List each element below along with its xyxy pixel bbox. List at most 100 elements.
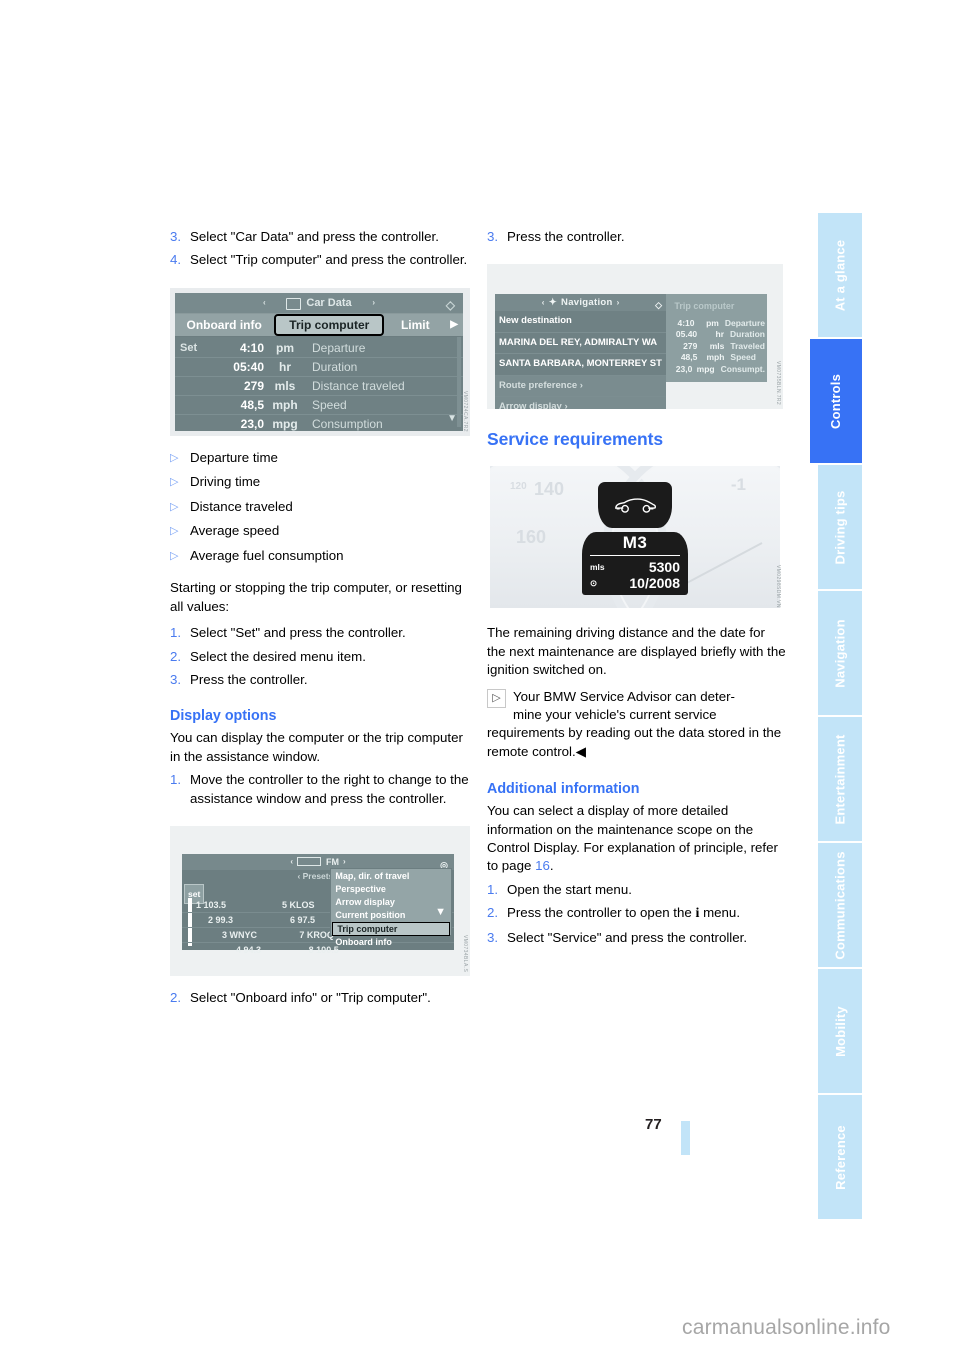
preset-cell[interactable]: 1 103.5: [196, 898, 282, 912]
manual-page: At a glance Controls Driving tips Naviga…: [0, 0, 960, 1358]
prev-arrow-icon[interactable]: ‹: [542, 294, 545, 312]
nav-row-new-destination[interactable]: New destination: [495, 311, 667, 333]
bullet-item: ▷ Average fuel consumption: [170, 547, 470, 566]
scroll-down-icon[interactable]: ▼: [435, 903, 446, 921]
sidebar-tab-entertainment[interactable]: Entertainment: [818, 717, 862, 841]
preset-cell[interactable]: 4 94.3: [236, 943, 309, 957]
step-item: 3. Press the controller.: [487, 228, 787, 246]
sidebar-tab-reference[interactable]: Reference: [818, 1095, 862, 1219]
set-button[interactable]: Set: [175, 339, 210, 357]
step-item: 3. Press the controller.: [170, 671, 470, 689]
screen-title: Car Data: [306, 296, 352, 309]
triangle-bullet-icon: ▷: [170, 500, 179, 513]
preset-cell[interactable]: 2 99.3: [208, 913, 290, 927]
sidebar-tab-driving-tips[interactable]: Driving tips: [818, 465, 862, 589]
tick-label-140: 140: [534, 479, 565, 500]
pane-title: Trip computer: [674, 301, 735, 312]
tab-trip-computer[interactable]: Trip computer: [274, 313, 385, 336]
screen-scrollbar[interactable]: [457, 336, 461, 427]
display-options-paragraph: You can display the computer or the trip…: [170, 730, 463, 764]
step-item: 2. Press the controller to open the i me…: [487, 904, 787, 923]
heading-service-requirements: Service requirements: [487, 429, 664, 450]
assistance-window-menu: Map, dir. of travel Perspective Arrow di…: [330, 867, 452, 947]
data-unit: mph: [706, 352, 725, 363]
data-unit: mls: [274, 378, 296, 393]
sidebar-tab-controls[interactable]: Controls: [810, 339, 862, 463]
expand-icon[interactable]: ◇: [655, 296, 662, 314]
step-text: Select "Onboard info" or "Trip computer"…: [190, 989, 431, 1005]
data-unit: mpg: [272, 416, 298, 431]
preset-cell[interactable]: 3 WNYC: [222, 928, 299, 942]
nav-row-destination-2[interactable]: SANTA BARBARA, MONTERREY ST ▼: [495, 354, 667, 376]
sidebar-tab-at-a-glance[interactable]: At a glance: [818, 213, 862, 337]
service-note: ▷ Your BMW Service Advisor can deter- mi…: [487, 688, 787, 762]
menu-item-perspective[interactable]: Perspective: [331, 883, 451, 896]
next-arrow-icon[interactable]: ›: [617, 294, 620, 312]
next-arrow-icon[interactable]: ›: [372, 294, 375, 312]
tab-label: Limit: [400, 317, 430, 332]
bullet-item: ▷ Average speed: [170, 522, 470, 541]
sidebar-tab-navigation[interactable]: Navigation: [818, 591, 862, 715]
triangle-bullet-icon: ▷: [170, 451, 179, 464]
expand-icon[interactable]: ◇: [446, 296, 455, 314]
data-value: 23,0: [675, 363, 693, 374]
data-value: 05:40: [233, 359, 264, 374]
step-number: 1.: [170, 772, 182, 788]
data-unit: pm: [706, 317, 719, 328]
prev-arrow-icon[interactable]: ‹: [290, 853, 293, 871]
step-text-before: Press the controller to open the: [507, 905, 696, 921]
heading-display-options: Display options: [170, 708, 277, 725]
triangle-bullet-icon: ▷: [170, 549, 179, 562]
car-icon: [615, 498, 657, 514]
data-value: 05.40: [675, 329, 698, 340]
step-text: Press the controller.: [507, 229, 625, 244]
step-item: 1. Select "Set" and press the controller…: [170, 624, 470, 642]
data-row: 279 mls Traveled: [666, 341, 767, 353]
step-number: 3.: [170, 671, 182, 687]
navigation-trip-computer-pane: Trip computer 4:10 pm Departure 05.40 hr…: [666, 294, 767, 383]
data-value: 23,0: [240, 416, 264, 431]
step-number: 1.: [170, 625, 182, 641]
tick-label-right: -1: [730, 475, 746, 495]
figure-code: VM0298SDM.VN: [775, 564, 781, 608]
step-item: 4. Select "Trip computer" and press the …: [170, 251, 470, 269]
service-date-value: 10/2008: [629, 574, 680, 591]
sidebar-tab-label: Controls: [828, 373, 844, 429]
additional-paragraph-text: You can select a display of more detaile…: [487, 803, 778, 874]
figure-car-data-screen: ‹ Car Data › ◇ Onboard info Trip compute…: [170, 287, 470, 436]
nav-row-arrow-display[interactable]: Arrow display ›: [495, 397, 667, 410]
tab-label: Onboard info: [186, 317, 262, 332]
nav-row-route-preference[interactable]: Route preference ›: [495, 375, 667, 398]
step-number: 2.: [487, 905, 499, 921]
scroll-down-icon[interactable]: ▼: [447, 410, 457, 428]
triangle-bullet-icon: ▷: [170, 525, 179, 538]
page-reference-link[interactable]: 16: [535, 858, 550, 873]
data-label: Consumpt.: [720, 363, 765, 374]
note-line-2: mine your vehicle's current service: [513, 707, 717, 723]
data-row: 4:10 pm Departure: [666, 318, 767, 330]
tab-limit[interactable]: Limit: [385, 313, 446, 336]
step-text: Select the desired menu item.: [190, 648, 366, 664]
step-text: Select "Set" and press the controller.: [190, 625, 406, 641]
site-watermark: carmanualsonline.info: [682, 1316, 891, 1339]
sidebar-tab-mobility[interactable]: Mobility: [818, 969, 862, 1093]
menu-item-trip-computer[interactable]: Trip computer: [332, 921, 450, 936]
bullet-item: ▷ Departure time: [170, 449, 470, 468]
tab-next-icon[interactable]: ▶: [445, 313, 463, 336]
menu-item-arrow-display[interactable]: Arrow display: [331, 896, 451, 909]
nav-row-destination-1[interactable]: MARINA DEL REY, ADMIRALTY WA: [495, 333, 667, 355]
bullet-text: Departure time: [190, 449, 278, 465]
sidebar-tab-communications[interactable]: Communications: [818, 843, 862, 967]
prev-arrow-icon[interactable]: ‹: [263, 294, 266, 312]
data-unit: pm: [276, 340, 294, 355]
sidebar-tab-label: Reference: [832, 1124, 848, 1190]
step-text: Open the start menu.: [507, 881, 632, 897]
menu-item-current-position[interactable]: Current position: [331, 909, 451, 922]
bullet-text: Average speed: [190, 523, 280, 539]
bullet-item: ▷ Distance traveled: [170, 498, 470, 517]
menu-item-onboard-info[interactable]: Onboard info: [331, 936, 451, 949]
section-sidebar: At a glance Controls Driving tips Naviga…: [810, 213, 862, 1219]
data-label: Duration: [730, 329, 765, 340]
menu-item-map-dir[interactable]: Map, dir. of travel: [331, 870, 451, 883]
tab-onboard-info[interactable]: Onboard info: [175, 313, 274, 336]
